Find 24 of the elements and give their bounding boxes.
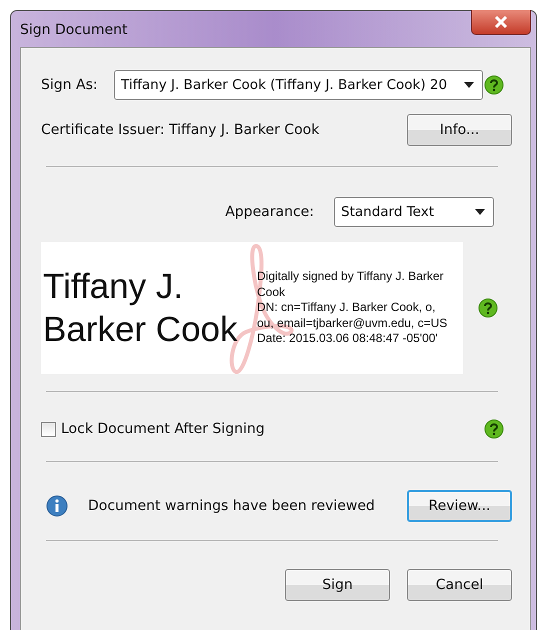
cancel-button[interactable]: Cancel xyxy=(407,569,512,601)
signature-detail-text: Date: 2015.03.06 08:48:47 -05'00' xyxy=(257,331,439,347)
sign-as-label: Sign As: xyxy=(41,77,99,93)
review-button[interactable]: Review... xyxy=(407,490,512,522)
sign-button[interactable]: Sign xyxy=(285,569,390,601)
help-icon[interactable] xyxy=(484,75,504,95)
help-icon[interactable] xyxy=(484,419,504,439)
caret-icon xyxy=(464,82,474,88)
lock-document-checkbox[interactable]: Lock Document After Signing xyxy=(41,421,265,437)
caret-icon xyxy=(475,209,485,215)
sign-as-dropdown[interactable]: Tiffany J. Barker Cook (Tiffany J. Barker Cook) 20 xyxy=(114,70,483,100)
close-button[interactable] xyxy=(471,10,531,35)
info-icon xyxy=(46,495,68,517)
warnings-message: Document warnings have been reviewed xyxy=(88,498,375,514)
info-button[interactable]: Info... xyxy=(407,114,512,146)
signature-name: Tiffany J. Barker Cook xyxy=(42,266,239,351)
appearance-label: Appearance: xyxy=(225,204,314,220)
appearance-dropdown[interactable]: Standard Text xyxy=(334,197,494,227)
close-icon xyxy=(494,16,508,28)
signature-detail-text: Digitally signed by Tiffany J. Barker Cook xyxy=(257,269,445,300)
help-icon[interactable] xyxy=(478,298,498,318)
window-title: Sign Document xyxy=(20,22,128,38)
certificate-issuer-text: Certificate Issuer: Tiffany J. Barker Cook xyxy=(41,122,320,138)
signature-detail-text: DN: cn=Tiffany J. Barker Cook, o, ou, email=tjbarker@uvm.edu, c=US xyxy=(257,300,448,332)
